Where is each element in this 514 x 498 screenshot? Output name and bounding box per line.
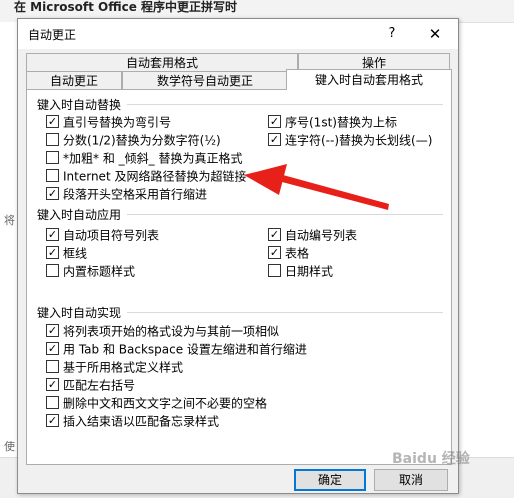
option-label: 基于所用格式定义样式 (63, 360, 184, 375)
option-label: 直引号替换为弯引号 (63, 115, 172, 130)
option-list-format-like-previous[interactable]: ✓ 将列表项开始的格式设为与其前一项相似 (46, 322, 279, 340)
background-window-title: 在 Microsoft Office 程序中更正拼写时 (14, 0, 238, 14)
checkbox[interactable] (46, 264, 59, 277)
option-heading-styles[interactable]: 内置标题样式 (46, 262, 135, 280)
help-button[interactable]: ? (382, 24, 402, 44)
option-label: 日期样式 (285, 264, 334, 279)
option-tables[interactable]: ✓ 表格 (268, 244, 309, 262)
option-match-parentheses[interactable]: ✓ 匹配左右括号 (46, 376, 135, 394)
option-memo-closing[interactable]: ✓ 插入结束语以匹配备忘录样式 (46, 412, 219, 430)
checkbox[interactable]: ✓ (46, 324, 59, 337)
checkbox[interactable]: ✓ (46, 228, 59, 241)
option-label: 自动项目符号列表 (63, 228, 160, 243)
checkbox[interactable] (46, 151, 59, 164)
checkbox[interactable]: ✓ (46, 115, 59, 128)
group-divider (127, 104, 443, 105)
tab-autoformat-as-you-type[interactable]: 键入时自动套用格式 (286, 69, 452, 90)
autocorrect-dialog: 自动更正 ? ✕ 自动套用格式 操作 自动更正 数学符号自动更正 键入时自动套用… (17, 18, 459, 494)
group-divider (127, 214, 443, 215)
option-borders[interactable]: ✓ 框线 (46, 244, 87, 262)
option-label: 用 Tab 和 Backspace 设置左缩进和首行缩进 (63, 342, 307, 357)
option-label: 将列表项开始的格式设为与其前一项相似 (63, 324, 280, 339)
option-label: 序号(1st)替换为上标 (285, 115, 397, 130)
option-label: 表格 (285, 246, 310, 261)
group-title-implement: 键入时自动实现 (37, 306, 122, 320)
tab-panel-autoformat-as-you-type: 键入时自动替换 ✓ 直引号替换为弯引号 ✓ 序号(1st)替换为上标 分数(1/2)… (26, 89, 452, 465)
option-hyphens-dash[interactable]: ✓ 连字符(--)替换为长划线(—) (268, 131, 432, 149)
close-button[interactable]: ✕ (422, 23, 448, 45)
background-document-strip: 将 使 (0, 22, 18, 497)
option-date-styles[interactable]: 日期样式 (268, 262, 333, 280)
option-tab-backspace-indent[interactable]: ✓ 用 Tab 和 Backspace 设置左缩进和首行缩进 (46, 340, 307, 358)
checkbox[interactable]: ✓ (268, 246, 281, 259)
group-title-apply: 键入时自动应用 (37, 208, 122, 222)
option-fractions[interactable]: 分数(1/2)替换为分数字符(½) (46, 131, 221, 149)
option-auto-bullets[interactable]: ✓ 自动项目符号列表 (46, 226, 159, 244)
option-ordinals-superscript[interactable]: ✓ 序号(1st)替换为上标 (268, 113, 397, 131)
option-label: 删除中文和西文文字之间不必要的空格 (63, 396, 268, 411)
checkbox[interactable]: ✓ (46, 187, 59, 200)
checkbox[interactable] (268, 264, 281, 277)
dialog-title: 自动更正 (28, 28, 77, 42)
option-smart-quotes[interactable]: ✓ 直引号替换为弯引号 (46, 113, 171, 131)
option-auto-numbering[interactable]: ✓ 自动编号列表 (268, 226, 357, 244)
option-label: 框线 (63, 246, 88, 261)
cancel-button[interactable]: 取消 (374, 469, 448, 491)
checkbox[interactable]: ✓ (46, 246, 59, 259)
background-text-fragment: 使 (4, 440, 15, 453)
tab-math-autocorrect[interactable]: 数学符号自动更正 (122, 71, 288, 89)
option-label: 插入结束语以匹配备忘录样式 (63, 414, 220, 429)
checkbox[interactable]: ✓ (46, 414, 59, 427)
watermark: Baidu 经验 (392, 451, 470, 467)
option-delete-extra-spaces[interactable]: 删除中文和西文文字之间不必要的空格 (46, 394, 267, 412)
background-text-fragment: 将 (4, 214, 15, 227)
checkbox[interactable]: ✓ (46, 378, 59, 391)
option-label: 段落开头空格采用首行缩进 (63, 187, 208, 202)
checkbox[interactable]: ✓ (268, 133, 281, 146)
checkbox[interactable] (46, 169, 59, 182)
option-label: 连字符(--)替换为长划线(—) (285, 133, 433, 148)
checkbox[interactable]: ✓ (268, 115, 281, 128)
option-label: Internet 及网络路径替换为超链接 (63, 169, 247, 184)
dialog-titlebar: 自动更正 ? ✕ (18, 19, 458, 49)
ok-button[interactable]: 确定 (294, 469, 366, 491)
group-title-replace: 键入时自动替换 (37, 98, 122, 112)
option-label: 分数(1/2)替换为分数字符(½) (63, 133, 221, 148)
option-internet-hyperlinks[interactable]: Internet 及网络路径替换为超链接 (46, 167, 246, 185)
group-divider (127, 312, 443, 313)
option-label: 自动编号列表 (285, 228, 358, 243)
option-bold-italic[interactable]: *加粗* 和 _倾斜_ 替换为真正格式 (46, 149, 242, 167)
checkbox[interactable] (46, 133, 59, 146)
checkbox[interactable]: ✓ (46, 342, 59, 355)
option-define-styles[interactable]: 基于所用格式定义样式 (46, 358, 183, 376)
option-label: *加粗* 和 _倾斜_ 替换为真正格式 (63, 151, 243, 166)
checkbox[interactable]: ✓ (268, 228, 281, 241)
option-label: 匹配左右括号 (63, 378, 136, 393)
tab-autoformat[interactable]: 自动套用格式 (26, 53, 298, 71)
option-label: 内置标题样式 (63, 264, 136, 279)
checkbox[interactable] (46, 360, 59, 373)
option-first-line-indent[interactable]: ✓ 段落开头空格采用首行缩进 (46, 185, 207, 203)
tab-autocorrect[interactable]: 自动更正 (26, 71, 122, 89)
checkbox[interactable] (46, 396, 59, 409)
